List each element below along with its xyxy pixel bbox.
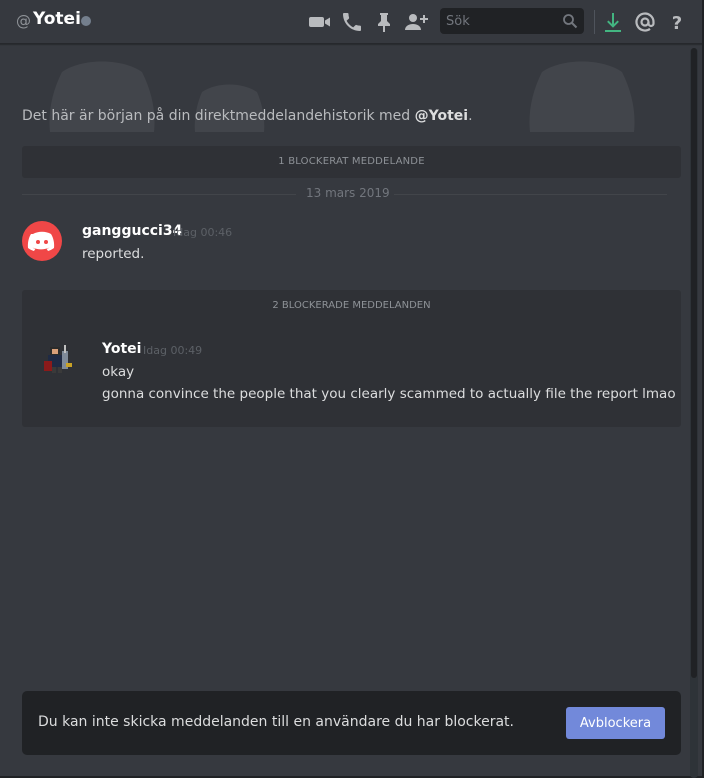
- date-label: 13 mars 2019: [306, 186, 390, 200]
- date-divider: 13 mars 2019: [22, 184, 667, 204]
- message-text: reported.: [82, 246, 145, 262]
- message-text: okay: [102, 364, 135, 380]
- search-icon[interactable]: [562, 13, 578, 29]
- pixel-character-avatar-icon: [44, 345, 72, 373]
- avatar[interactable]: [40, 339, 80, 379]
- channel-header: @ Yotei ?: [0, 0, 702, 44]
- avatar[interactable]: [22, 221, 62, 261]
- message-timestamp: Idag 00:46: [173, 226, 233, 239]
- header-divider: [594, 10, 595, 34]
- pin-icon[interactable]: [372, 10, 396, 34]
- add-user-icon[interactable]: [404, 10, 428, 34]
- search-input[interactable]: [440, 8, 560, 34]
- intro-prefix: Det här är början på din direktmeddeland…: [22, 108, 415, 124]
- video-icon[interactable]: [308, 10, 332, 34]
- message-timestamp: Idag 00:49: [143, 344, 203, 357]
- message-author[interactable]: Yotei: [102, 341, 141, 357]
- svg-text:?: ?: [672, 13, 682, 34]
- message-text: gonna convince the people that you clear…: [102, 386, 676, 402]
- status-indicator: [81, 16, 91, 26]
- divider-line-right: [394, 194, 667, 195]
- discord-watermark-icon: [49, 61, 635, 132]
- blocked-messages-group: 2 BLOCKERADE MEDDELANDEN: [22, 290, 681, 427]
- unblock-button[interactable]: Avblockera: [566, 707, 665, 739]
- message-author[interactable]: ganggucci34: [82, 223, 182, 239]
- search-box[interactable]: [440, 8, 584, 34]
- at-symbol: @: [16, 12, 31, 30]
- download-icon[interactable]: [601, 10, 625, 34]
- blocked-group-header[interactable]: 2 BLOCKERADE MEDDELANDEN: [22, 290, 681, 322]
- phone-icon[interactable]: [340, 10, 364, 34]
- help-icon[interactable]: ?: [665, 10, 689, 34]
- intro-suffix: .: [468, 108, 473, 124]
- blocked-notice-text: Du kan inte skicka meddelanden till en a…: [38, 714, 514, 730]
- blocked-notice-bar: Du kan inte skicka meddelanden till en a…: [22, 691, 681, 755]
- blocked-message-bar[interactable]: 1 BLOCKERAT MEDDELANDE: [22, 146, 681, 178]
- discord-logo-icon: [27, 231, 55, 251]
- scrollbar-thumb[interactable]: [691, 48, 697, 678]
- intro-mention[interactable]: @Yotei: [415, 108, 468, 124]
- dm-username[interactable]: Yotei: [33, 9, 81, 29]
- divider-line-left: [22, 194, 296, 195]
- mention-icon[interactable]: [633, 10, 657, 34]
- dm-intro-text: Det här är början på din direktmeddeland…: [22, 108, 473, 124]
